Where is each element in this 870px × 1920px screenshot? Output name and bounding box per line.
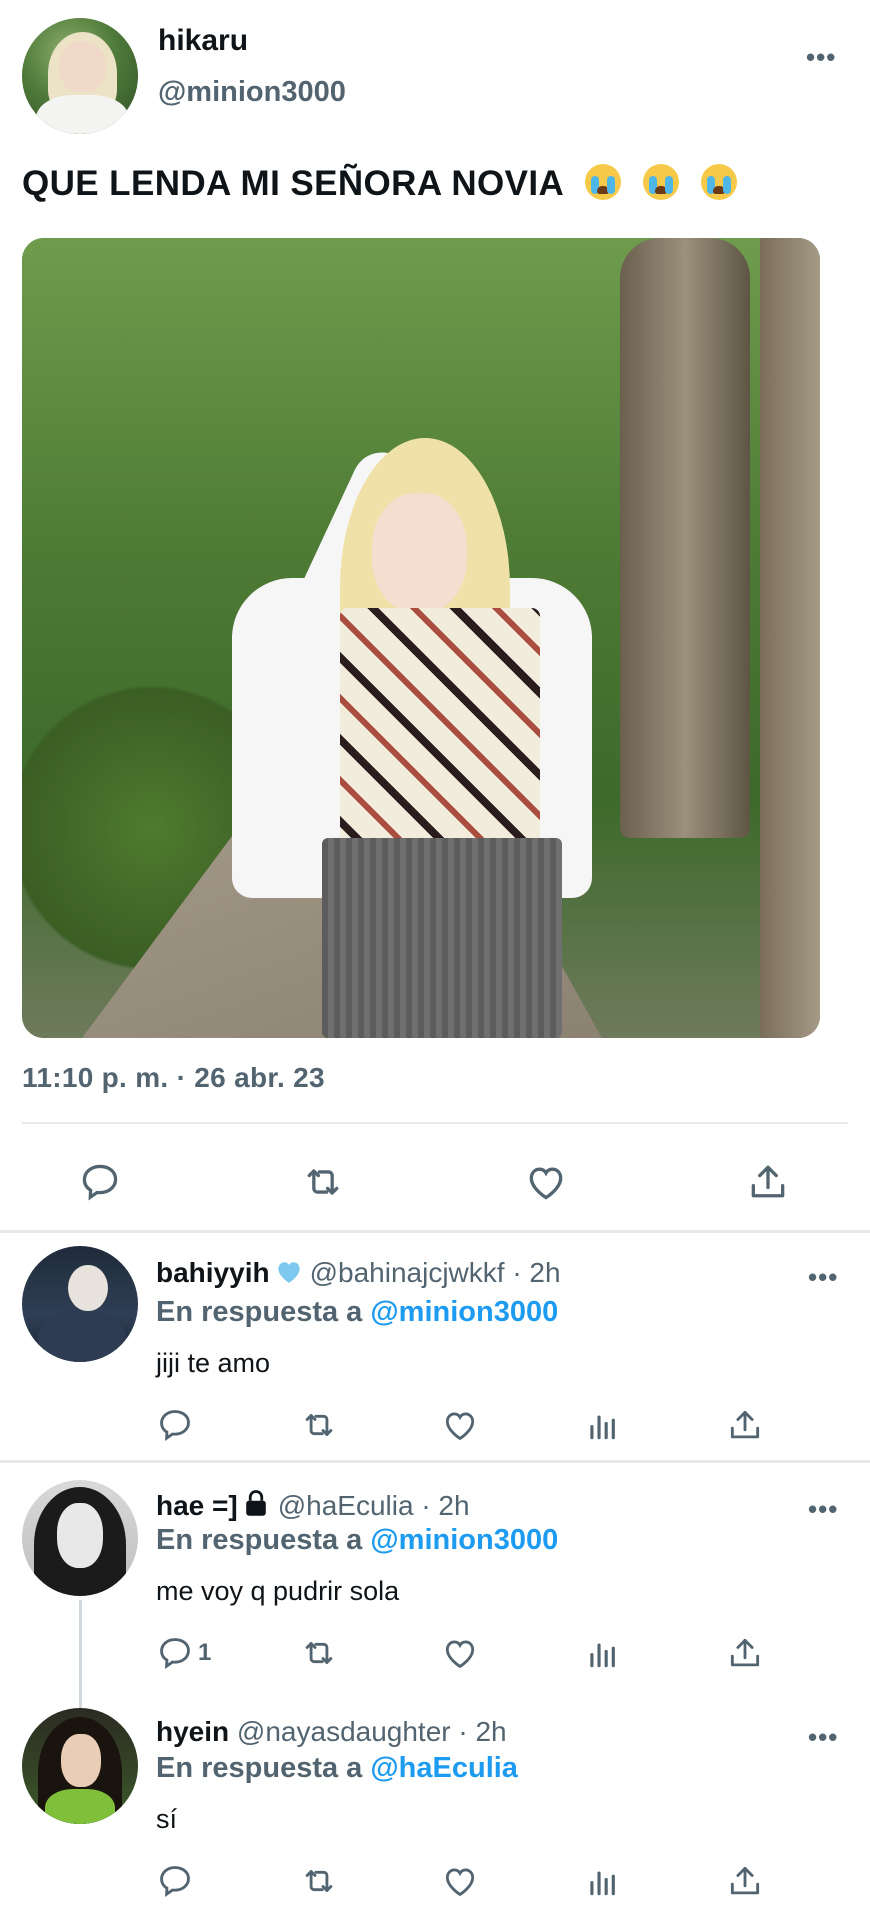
- retweet-icon[interactable]: [293, 1152, 353, 1212]
- divider: [22, 1122, 848, 1124]
- reply-text: sí: [156, 1804, 178, 1834]
- mention-link[interactable]: @minion3000: [370, 1296, 558, 1328]
- reply-icon[interactable]: 1: [156, 1634, 211, 1672]
- avatar[interactable]: [22, 1246, 138, 1362]
- author-handle-time[interactable]: @nayasdaughter · 2h: [237, 1716, 507, 1747]
- avatar[interactable]: [22, 1708, 138, 1824]
- reply-prefix: En respuesta a: [156, 1524, 363, 1556]
- section-divider: [0, 1230, 870, 1233]
- author-name[interactable]: hikaru: [158, 24, 248, 58]
- reply-icon[interactable]: [156, 1862, 194, 1900]
- avatar[interactable]: [22, 18, 138, 134]
- author-name[interactable]: hae =]: [156, 1490, 238, 1521]
- analytics-icon[interactable]: [584, 1406, 622, 1444]
- verified-badge-icon: [274, 1256, 304, 1293]
- reply-icon[interactable]: [70, 1152, 130, 1212]
- reply-text: me voy q pudrir sola: [156, 1576, 400, 1606]
- retweet-icon[interactable]: [298, 1406, 340, 1444]
- analytics-icon[interactable]: [584, 1634, 622, 1672]
- mention-link[interactable]: @haEculia: [370, 1752, 518, 1784]
- reply-prefix: En respuesta a: [156, 1752, 363, 1784]
- author-name[interactable]: bahiyyih: [156, 1257, 270, 1288]
- lock-icon: [242, 1488, 270, 1525]
- reply-context: En respuesta a @minion3000: [156, 1524, 558, 1557]
- author-name[interactable]: hyein: [156, 1716, 229, 1747]
- reply-text: jiji te amo: [156, 1348, 271, 1378]
- reply-context: En respuesta a @haEculia: [156, 1752, 518, 1785]
- like-icon[interactable]: [440, 1406, 480, 1444]
- more-options-icon[interactable]: •••: [808, 1724, 838, 1750]
- like-icon[interactable]: [440, 1634, 480, 1672]
- loudly-crying-face-icon: [643, 164, 680, 200]
- more-options-icon[interactable]: •••: [808, 1264, 838, 1290]
- tweet-text: QUE LENDA MI SEÑORA NOVIA: [22, 164, 738, 204]
- share-icon[interactable]: [726, 1862, 764, 1900]
- like-icon[interactable]: [440, 1862, 480, 1900]
- author-handle[interactable]: @minion3000: [158, 76, 346, 109]
- reply-count: 1: [198, 1639, 212, 1666]
- thread-line: [79, 1600, 82, 1710]
- share-icon[interactable]: [738, 1152, 798, 1212]
- reply-context: En respuesta a @minion3000: [156, 1296, 558, 1329]
- mention-link[interactable]: @minion3000: [370, 1524, 558, 1556]
- like-icon[interactable]: [516, 1152, 576, 1212]
- author-handle-time[interactable]: @bahinajcjwkkf · 2h: [310, 1257, 561, 1288]
- loudly-crying-face-icon: [701, 164, 738, 200]
- section-divider: [0, 1460, 870, 1463]
- share-icon[interactable]: [726, 1634, 764, 1672]
- retweet-icon[interactable]: [298, 1634, 340, 1672]
- reply-header: bahiyyih @bahinajcjwkkf · 2h: [156, 1256, 561, 1293]
- reply-header: hyein @nayasdaughter · 2h: [156, 1716, 507, 1748]
- more-options-icon[interactable]: •••: [808, 1496, 838, 1522]
- analytics-icon[interactable]: [584, 1862, 622, 1900]
- reply-header: hae =] @haEculia · 2h: [156, 1488, 470, 1525]
- retweet-icon[interactable]: [298, 1862, 340, 1900]
- tweet-photo[interactable]: [22, 238, 820, 1038]
- avatar[interactable]: [22, 1480, 138, 1596]
- more-options-icon[interactable]: •••: [806, 44, 836, 70]
- tweet-text-content: QUE LENDA MI SEÑORA NOVIA: [22, 164, 563, 203]
- tweet-timestamp[interactable]: 11:10 p. m. · 26 abr. 23: [22, 1062, 325, 1094]
- reply-prefix: En respuesta a: [156, 1296, 363, 1328]
- reply-icon[interactable]: [156, 1406, 194, 1444]
- loudly-crying-face-icon: [585, 164, 621, 200]
- author-handle-time[interactable]: @haEculia · 2h: [278, 1490, 470, 1521]
- share-icon[interactable]: [726, 1406, 764, 1444]
